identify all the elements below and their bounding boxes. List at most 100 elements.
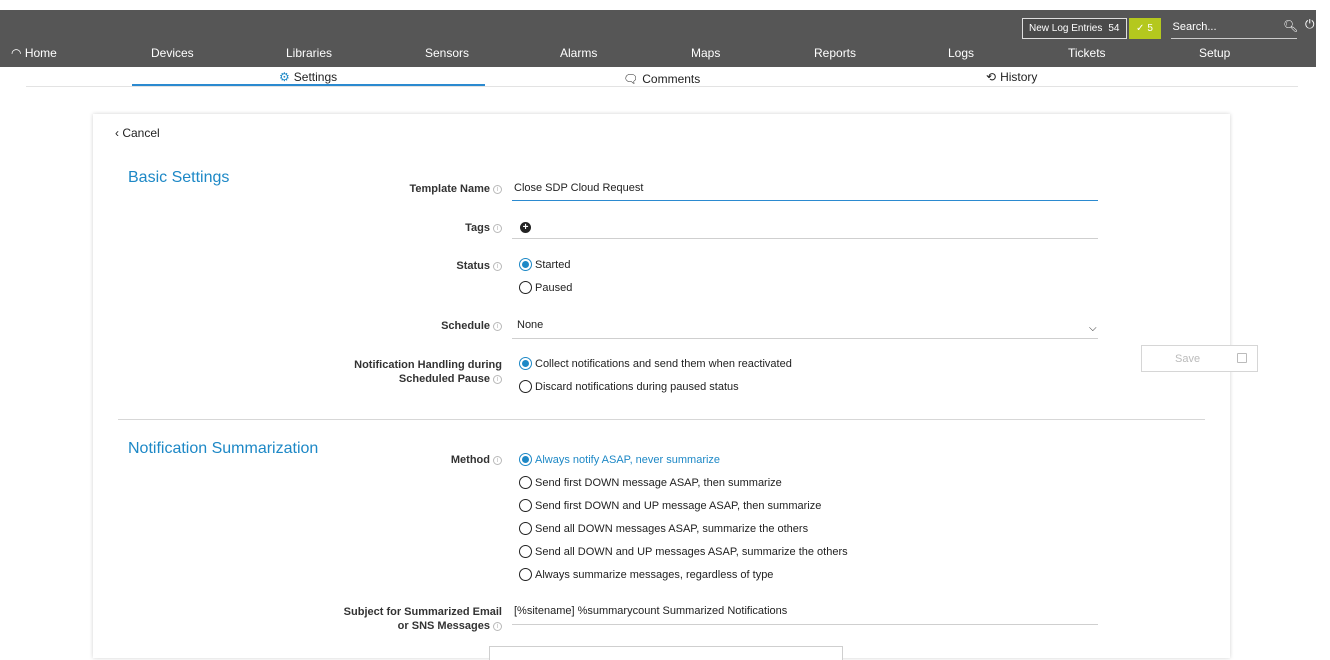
tab-history-label: History (1000, 70, 1038, 84)
notification-handling-label: Notification Handling during Scheduled P… (354, 358, 502, 386)
nav-item-devices[interactable]: Devices (151, 46, 194, 60)
status-label: Status i (456, 259, 502, 273)
tags-label-text: Tags (465, 222, 490, 234)
status-radio-started[interactable]: Started (519, 258, 570, 271)
main-nav: ◠ Home Devices Libraries Sensors Alarms … (0, 46, 1316, 64)
status-radio-paused[interactable]: Paused (519, 281, 572, 294)
info-icon: i (493, 224, 502, 233)
tab-divider (26, 86, 1298, 87)
notification-summarization-title: Notification Summarization (128, 440, 319, 457)
status-badge-count: 5 (1147, 22, 1153, 34)
log-entries-count: 54 (1108, 22, 1120, 34)
info-icon: i (493, 456, 502, 465)
status-badge[interactable]: ✓ 5 (1128, 17, 1161, 39)
chevron-down-icon[interactable]: ⌵ (1089, 323, 1097, 334)
tab-comments-label: Comments (642, 72, 701, 86)
notification-handling-label-line2: Scheduled Pause (398, 373, 490, 385)
template-name-underline (512, 200, 1098, 201)
tab-history[interactable]: ⟲ History (986, 70, 1037, 84)
tags-underline (512, 238, 1098, 239)
nav-item-label: Home (24, 46, 57, 60)
subject-input[interactable]: [%sitename] %summarycount Summarized Not… (514, 605, 787, 617)
info-icon: i (493, 322, 502, 331)
radio-icon (519, 476, 532, 489)
power-icon[interactable]: ⏻ (1305, 17, 1315, 32)
template-name-label: Template Name i (409, 182, 502, 196)
nav-item-alarms[interactable]: Alarms (560, 46, 597, 60)
schedule-select[interactable]: None (517, 319, 543, 331)
notification-radio-collect[interactable]: Collect notifications and send them when… (519, 357, 792, 370)
radio-label: Discard notifications during paused stat… (535, 380, 739, 393)
nav-item-logs[interactable]: Logs (948, 46, 974, 60)
method-radio-1[interactable]: Always notify ASAP, never summarize (519, 453, 720, 466)
radio-selected-icon (519, 258, 532, 271)
schedule-underline (512, 338, 1098, 339)
save-icon (1237, 353, 1247, 363)
template-name-label-text: Template Name (409, 183, 491, 195)
history-icon: ⟲ (986, 70, 997, 84)
cancel-link[interactable]: ‹ Cancel (115, 126, 160, 140)
nav-item-tickets[interactable]: Tickets (1068, 46, 1106, 60)
tags-label: Tags i (465, 221, 502, 235)
nav-item-libraries[interactable]: Libraries (286, 46, 332, 60)
schedule-label-text: Schedule (441, 320, 490, 332)
tab-settings[interactable]: ⚙ Settings (279, 70, 337, 84)
new-log-entries-button[interactable]: New Log Entries 54 (1022, 17, 1127, 39)
schedule-label: Schedule i (441, 319, 502, 333)
method-radio-6[interactable]: Always summarize messages, regardless of… (519, 568, 773, 581)
nav-item-reports[interactable]: Reports (814, 46, 856, 60)
tab-settings-label: Settings (293, 70, 338, 84)
log-entries-label: New Log Entries (1029, 22, 1103, 34)
nav-item-maps[interactable]: Maps (691, 46, 720, 60)
template-name-input[interactable]: Close SDP Cloud Request (514, 182, 643, 194)
subject-underline (512, 624, 1098, 625)
radio-icon (519, 522, 532, 535)
radio-icon (519, 499, 532, 512)
status-label-text: Status (456, 260, 490, 272)
tab-bar: ⚙ Settings 🗨︎ Comments ⟲ History (0, 67, 1316, 87)
nav-item-sensors[interactable]: Sensors (425, 46, 469, 60)
section-divider (118, 419, 1205, 420)
cancel-label: Cancel (122, 126, 160, 140)
radio-label: Collect notifications and send them when… (535, 357, 792, 370)
search-input[interactable]: Search... (1170, 18, 1297, 39)
search-icon[interactable]: 🔍︎ (1283, 19, 1298, 33)
info-icon: i (493, 622, 502, 631)
radio-label: Send all DOWN and UP messages ASAP, summ… (535, 545, 848, 558)
home-icon: ◠ (11, 46, 25, 60)
header-tools: New Log Entries 54 ✓ 5 Search... (1022, 17, 1297, 39)
radio-label: Paused (535, 281, 573, 294)
method-radio-5[interactable]: Send all DOWN and UP messages ASAP, summ… (519, 545, 848, 558)
top-band (0, 0, 1330, 10)
method-label: Method i (451, 453, 502, 467)
comment-icon: 🗨︎ (623, 72, 639, 86)
info-icon: i (493, 262, 502, 271)
notification-handling-label-line1: Notification Handling during (354, 359, 502, 371)
add-tag-icon[interactable]: + (520, 222, 531, 233)
save-button[interactable]: Save (1141, 345, 1258, 372)
radio-label: Send first DOWN message ASAP, then summa… (535, 476, 782, 489)
method-radio-3[interactable]: Send first DOWN and UP message ASAP, the… (519, 499, 821, 512)
radio-label: Always notify ASAP, never summarize (535, 453, 721, 466)
radio-label: Always summarize messages, regardless of… (535, 568, 774, 581)
settings-card: ‹ Cancel Basic Settings Template Name i C… (93, 114, 1230, 658)
save-label: Save (1175, 353, 1201, 365)
tab-comments[interactable]: 🗨︎ Comments (623, 72, 700, 86)
chevron-left-icon: ‹ (115, 126, 119, 140)
method-label-text: Method (450, 454, 490, 466)
radio-selected-icon (519, 453, 532, 466)
method-radio-4[interactable]: Send all DOWN messages ASAP, summarize t… (519, 522, 808, 535)
gear-icon: ⚙ (279, 70, 290, 84)
notification-radio-discard[interactable]: Discard notifications during paused stat… (519, 380, 739, 393)
info-icon: i (493, 185, 502, 194)
nav-item-home[interactable]: ◠ Home (11, 46, 57, 60)
radio-icon (519, 281, 532, 294)
method-radio-2[interactable]: Send first DOWN message ASAP, then summa… (519, 476, 782, 489)
basic-settings-title: Basic Settings (128, 169, 230, 186)
radio-icon (519, 380, 532, 393)
subject-label-line2: or SNS Messages (397, 620, 490, 632)
nav-item-setup[interactable]: Setup (1199, 46, 1230, 60)
radio-icon (519, 568, 532, 581)
radio-label: Send first DOWN and UP message ASAP, the… (535, 499, 822, 512)
radio-icon (519, 545, 532, 558)
